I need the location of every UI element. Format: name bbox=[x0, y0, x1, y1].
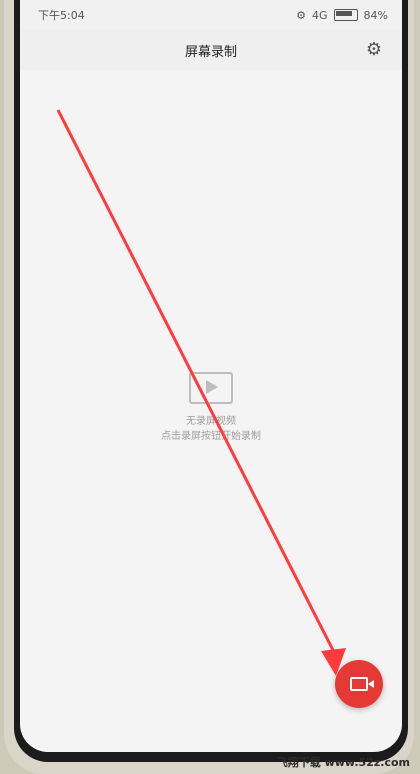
record-button[interactable] bbox=[335, 660, 383, 708]
empty-line-1: 无录屏视频 bbox=[186, 416, 236, 427]
watermark: 飞翔下载 www.52z.com bbox=[276, 756, 410, 769]
network-label: 4G bbox=[312, 8, 328, 22]
page-title: 屏幕录制 bbox=[184, 44, 237, 60]
battery-level: 84% bbox=[363, 8, 388, 22]
battery-icon bbox=[333, 9, 358, 21]
video-placeholder-icon bbox=[189, 372, 233, 404]
phone-frame: 下午5:04 ⚙ 4G 84% 屏幕录制 ⚙ 无录屏视频 点击录屏按钮开始录制 bbox=[4, 0, 414, 774]
sync-icon: ⚙ bbox=[296, 8, 307, 22]
status-time: 下午5:04 bbox=[38, 9, 85, 22]
empty-state: 无录屏视频 点击录屏按钮开始录制 bbox=[20, 372, 402, 444]
title-bar: 屏幕录制 ⚙ bbox=[20, 30, 402, 70]
screen: 下午5:04 ⚙ 4G 84% 屏幕录制 ⚙ 无录屏视频 点击录屏按钮开始录制 bbox=[20, 0, 402, 752]
video-camera-icon bbox=[350, 677, 374, 691]
status-bar: 下午5:04 ⚙ 4G 84% bbox=[20, 0, 402, 30]
status-right: ⚙ 4G 84% bbox=[296, 9, 388, 22]
settings-gear-icon[interactable]: ⚙ bbox=[364, 40, 384, 60]
empty-line-2: 点击录屏按钮开始录制 bbox=[161, 431, 261, 442]
